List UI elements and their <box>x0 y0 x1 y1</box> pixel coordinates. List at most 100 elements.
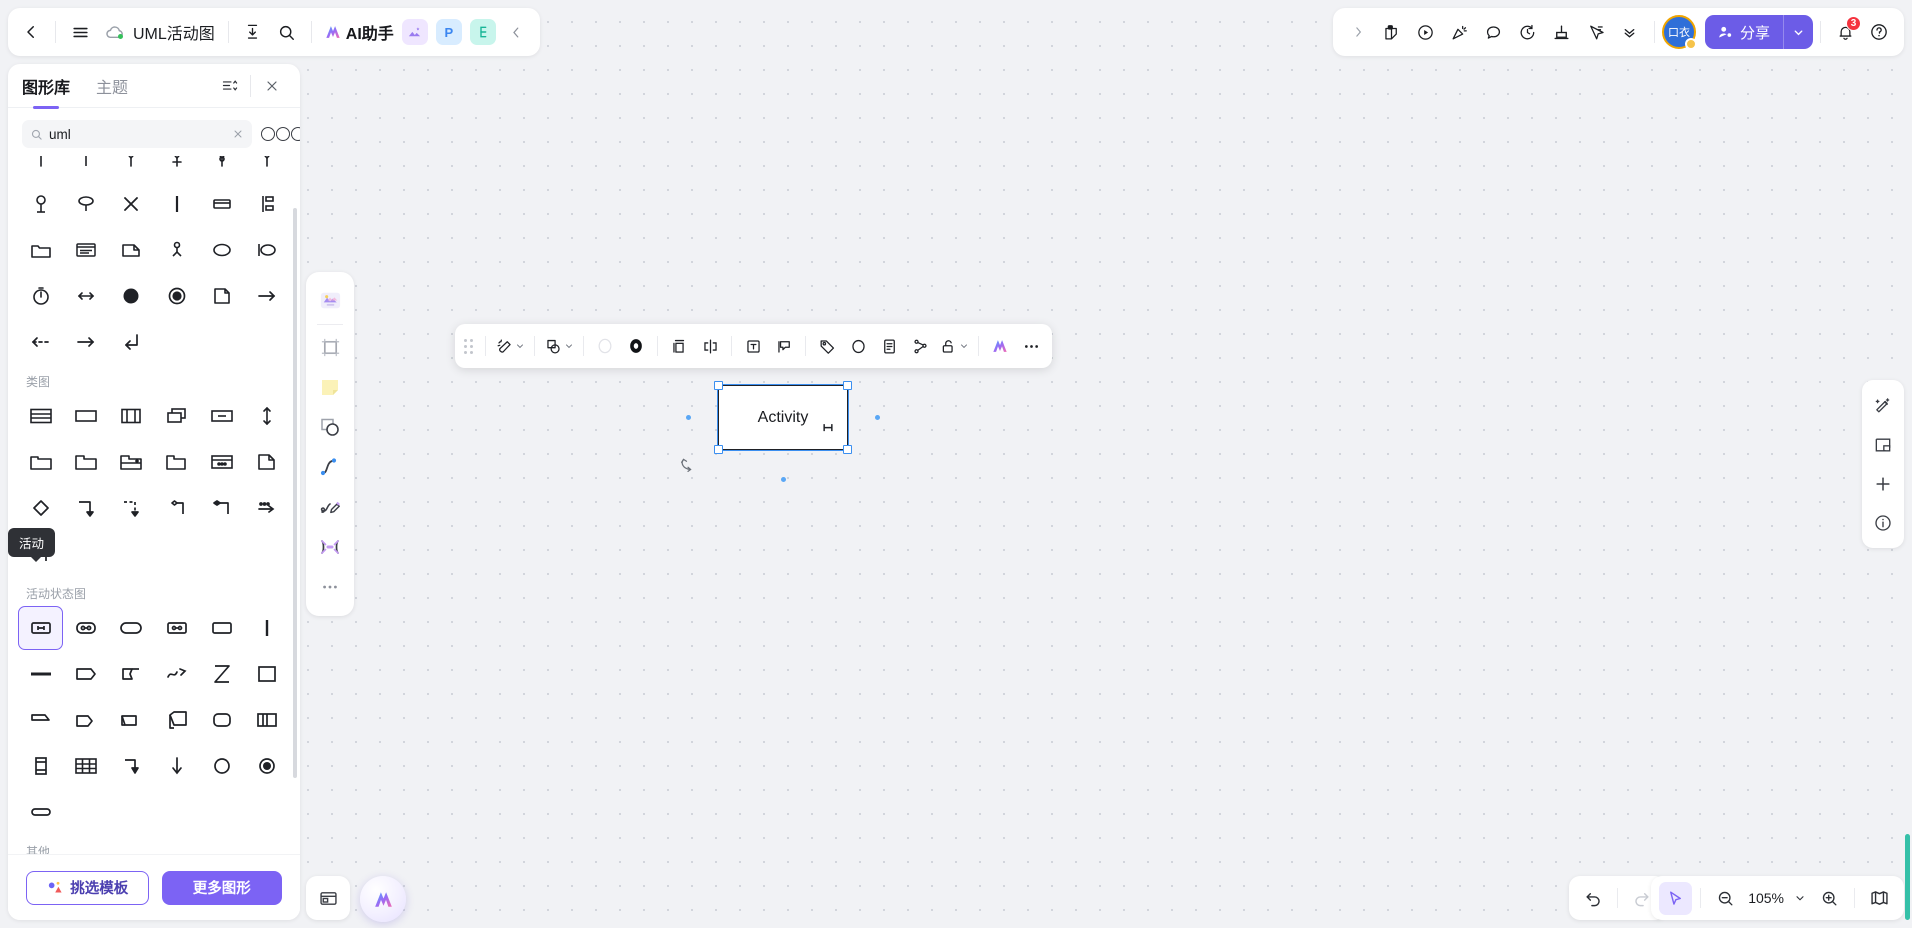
shape-item[interactable] <box>154 486 199 530</box>
sticky-note-icon[interactable] <box>311 367 349 407</box>
expand-chevron-icon[interactable] <box>1341 15 1375 49</box>
shape-item[interactable] <box>154 228 199 272</box>
tab-theme[interactable]: 主题 <box>96 64 128 108</box>
fill-color-icon[interactable] <box>590 330 620 362</box>
distribute-vertical-icon[interactable] <box>664 330 694 362</box>
frame-icon[interactable] <box>311 327 349 367</box>
picture-in-picture-icon[interactable] <box>1866 425 1900 464</box>
shape-item[interactable] <box>63 394 108 438</box>
connect-anchor-left[interactable] <box>686 415 691 420</box>
shape-item[interactable] <box>63 486 108 530</box>
close-icon[interactable] <box>258 72 286 100</box>
zoom-level[interactable]: 105% <box>1745 890 1787 906</box>
shape-item[interactable] <box>63 156 108 180</box>
share-dropdown-button[interactable] <box>1783 15 1813 49</box>
search-input[interactable] <box>49 126 226 142</box>
more-tools-icon[interactable] <box>311 567 349 607</box>
zoom-out-button[interactable] <box>1709 882 1742 915</box>
shape-item[interactable] <box>18 486 63 530</box>
reaction-icon[interactable] <box>843 330 873 362</box>
shape-item[interactable] <box>18 320 63 364</box>
shape-item[interactable] <box>109 394 154 438</box>
shape-item[interactable] <box>109 744 154 788</box>
shape-item[interactable] <box>245 652 290 696</box>
magic-wand-icon[interactable] <box>1866 386 1900 425</box>
notifications-button[interactable]: 3 <box>1828 15 1862 49</box>
distribute-horizontal-icon[interactable] <box>695 330 725 362</box>
back-button[interactable] <box>14 15 48 49</box>
pointer-tool-button[interactable] <box>1659 881 1693 915</box>
magic-shape-icon[interactable] <box>311 527 349 567</box>
shape-item[interactable] <box>63 320 108 364</box>
shape-item[interactable] <box>63 440 108 484</box>
shape-item[interactable] <box>18 274 63 318</box>
sticker-icon[interactable] <box>1375 15 1409 49</box>
shape-item[interactable] <box>199 440 244 484</box>
more-shapes-button[interactable]: 更多图形 <box>161 870 282 905</box>
shape-item[interactable] <box>245 440 290 484</box>
shape-item[interactable] <box>199 486 244 530</box>
shape-item[interactable] <box>109 156 154 180</box>
shape-item[interactable] <box>109 182 154 226</box>
shape-item[interactable] <box>109 486 154 530</box>
document-title[interactable]: UML活动图 <box>131 20 221 44</box>
resize-handle-top-right[interactable] <box>843 381 852 390</box>
info-icon[interactable] <box>1866 503 1900 542</box>
ai-icon[interactable] <box>985 330 1015 362</box>
collapse-apps-button[interactable] <box>500 15 534 49</box>
comment-icon[interactable] <box>1477 15 1511 49</box>
connect-anchor-bottom[interactable] <box>780 477 786 482</box>
shape-item[interactable] <box>154 182 199 226</box>
shape-item[interactable] <box>109 274 154 318</box>
shape-item[interactable] <box>63 182 108 226</box>
shape-item[interactable] <box>154 698 199 742</box>
color-filter[interactable] <box>261 127 300 141</box>
shape-item[interactable] <box>18 440 63 484</box>
shape-item[interactable] <box>63 698 108 742</box>
mini-app-image[interactable] <box>401 19 428 45</box>
ai-assistant-fab[interactable] <box>360 876 406 922</box>
shape-item[interactable] <box>109 320 154 364</box>
shape-item[interactable] <box>245 156 290 180</box>
template-library-icon[interactable] <box>311 280 349 320</box>
shape-item[interactable] <box>18 790 63 834</box>
shape-item[interactable] <box>154 652 199 696</box>
shape-item[interactable] <box>154 606 199 650</box>
drag-handle[interactable] <box>464 338 473 354</box>
celebrate-icon[interactable] <box>1443 15 1477 49</box>
chart-icon[interactable] <box>1545 15 1579 49</box>
menu-button[interactable] <box>63 15 97 49</box>
shape-item[interactable] <box>18 156 63 180</box>
shape-item[interactable] <box>199 228 244 272</box>
tab-shape-library[interactable]: 图形库 <box>22 64 70 108</box>
history-icon[interactable] <box>1511 15 1545 49</box>
shape-grid-scroll[interactable]: 类图 活动状态图 其他 <box>8 156 300 854</box>
shape-item[interactable] <box>199 698 244 742</box>
shape-item[interactable] <box>199 156 244 180</box>
connector-icon[interactable] <box>311 447 349 487</box>
shape-item[interactable] <box>199 274 244 318</box>
shape-item[interactable] <box>154 156 199 180</box>
color-dot[interactable] <box>261 127 275 141</box>
shape-item-activity[interactable] <box>18 606 64 650</box>
callout-icon[interactable] <box>769 330 799 362</box>
download-button[interactable] <box>236 15 270 49</box>
shape-item[interactable] <box>18 228 63 272</box>
shape-item[interactable] <box>245 606 290 650</box>
shape-item[interactable] <box>245 394 290 438</box>
shape-item[interactable] <box>199 744 244 788</box>
play-icon[interactable] <box>1409 15 1443 49</box>
cursor-flag-icon[interactable] <box>1579 15 1613 49</box>
share-button[interactable]: 分享 <box>1704 15 1783 49</box>
activity-node[interactable]: Activity <box>681 353 880 482</box>
shape-item[interactable] <box>199 182 244 226</box>
zoom-in-button[interactable] <box>1813 882 1846 915</box>
link-node-icon[interactable] <box>905 330 935 362</box>
shape-item[interactable] <box>63 652 108 696</box>
style-brush-icon[interactable] <box>492 330 528 362</box>
sort-icon[interactable] <box>215 72 243 100</box>
search-box[interactable] <box>22 120 252 148</box>
selected-shape[interactable]: Activity <box>681 353 880 482</box>
avatar[interactable]: 口衣 <box>1661 15 1697 50</box>
lock-icon[interactable] <box>936 330 972 362</box>
